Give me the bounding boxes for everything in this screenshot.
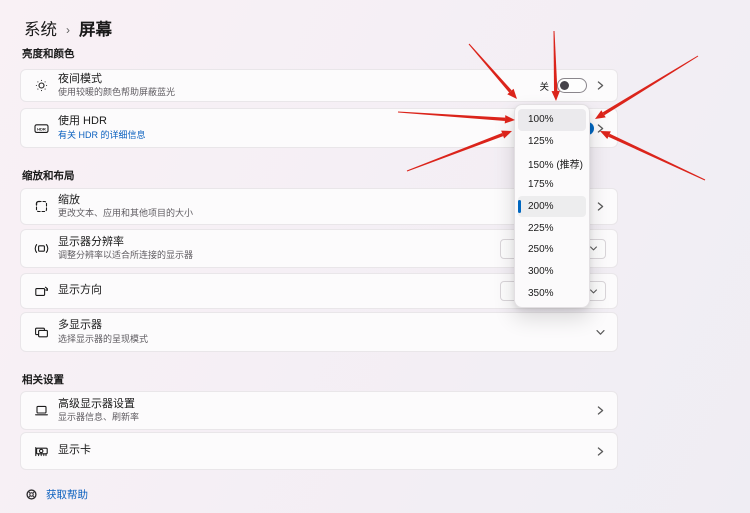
hdr-title: 使用 HDR — [58, 115, 146, 129]
night-light-icon — [34, 78, 49, 93]
chevron-down-icon — [595, 327, 606, 338]
selected-accent-bar — [518, 200, 521, 213]
section-brightness-color: 亮度和颜色 — [22, 46, 75, 61]
chevron-right-icon — [595, 80, 606, 91]
night-light-subtitle: 使用较暖的颜色帮助屏蔽蓝光 — [58, 87, 175, 98]
advanced-display-icon — [34, 403, 49, 418]
scale-title: 缩放 — [58, 194, 193, 208]
settings-window: 系统 › 屏幕 亮度和颜色 夜间模式 使用较暖的颜色帮助屏蔽蓝光 关 — [0, 0, 750, 513]
breadcrumb-system[interactable]: 系统 — [24, 16, 57, 40]
breadcrumb: 系统 › 屏幕 — [24, 16, 112, 40]
chevron-right-icon — [595, 123, 606, 134]
multiple-displays-subtitle: 选择显示器的呈现模式 — [58, 334, 148, 345]
svg-text:HDR: HDR — [37, 126, 46, 131]
hdr-info-link[interactable]: 有关 HDR 的详细信息 — [58, 130, 146, 141]
scale-option-100[interactable]: 100% — [518, 109, 586, 131]
row-night-light[interactable]: 夜间模式 使用较暖的颜色帮助屏蔽蓝光 关 — [20, 69, 618, 102]
graphics-card-title: 显示卡 — [58, 444, 91, 458]
multi-display-icon — [34, 325, 49, 340]
help-buoy-icon — [25, 488, 38, 501]
chevron-down-icon — [589, 244, 598, 253]
multiple-displays-title: 多显示器 — [58, 319, 148, 333]
hdr-icon: HDR — [34, 121, 49, 136]
night-light-toggle[interactable] — [557, 78, 587, 93]
scale-option-175[interactable]: 175% — [518, 174, 586, 196]
get-help-link[interactable]: 获取帮助 — [25, 487, 88, 502]
resolution-title: 显示器分辨率 — [58, 236, 193, 250]
scale-option-225[interactable]: 225% — [518, 217, 586, 239]
resolution-subtitle: 调整分辨率以适合所连接的显示器 — [58, 250, 193, 261]
scale-dropdown: 100% 125% 150% (推荐) 175% 200% 225% 250% … — [514, 104, 590, 308]
graphics-card-icon — [34, 444, 49, 459]
scale-option-350[interactable]: 350% — [518, 283, 586, 305]
page-title: 屏幕 — [79, 16, 112, 40]
advanced-display-subtitle: 显示器信息、刷新率 — [58, 412, 139, 423]
advanced-display-title: 高级显示器设置 — [58, 398, 139, 412]
scale-option-250[interactable]: 250% — [518, 239, 586, 261]
scale-icon — [34, 199, 49, 214]
scale-option-200-selected[interactable]: 200% — [518, 196, 586, 218]
chevron-down-icon — [589, 287, 598, 296]
orientation-title: 显示方向 — [58, 284, 102, 298]
scale-subtitle: 更改文本、应用和其他项目的大小 — [58, 208, 193, 219]
night-light-toggle-label: 关 — [539, 79, 549, 93]
row-graphics-card[interactable]: 显示卡 — [20, 432, 618, 470]
section-scale-layout: 缩放和布局 — [22, 168, 75, 183]
scale-option-300[interactable]: 300% — [518, 261, 586, 283]
scale-option-125[interactable]: 125% — [518, 131, 586, 153]
chevron-right-icon — [595, 405, 606, 416]
resolution-icon — [34, 241, 49, 256]
chevron-right-icon — [595, 446, 606, 457]
row-advanced-display[interactable]: 高级显示器设置 显示器信息、刷新率 — [20, 391, 618, 430]
scale-option-150-recommended[interactable]: 150% (推荐) — [518, 152, 586, 174]
get-help-label: 获取帮助 — [46, 487, 88, 502]
night-light-title: 夜间模式 — [58, 73, 175, 87]
chevron-right-icon — [595, 201, 606, 212]
breadcrumb-separator: › — [66, 23, 70, 37]
row-multiple-displays[interactable]: 多显示器 选择显示器的呈现模式 — [20, 312, 618, 352]
section-related-settings: 相关设置 — [22, 372, 64, 387]
orientation-icon — [34, 284, 49, 299]
